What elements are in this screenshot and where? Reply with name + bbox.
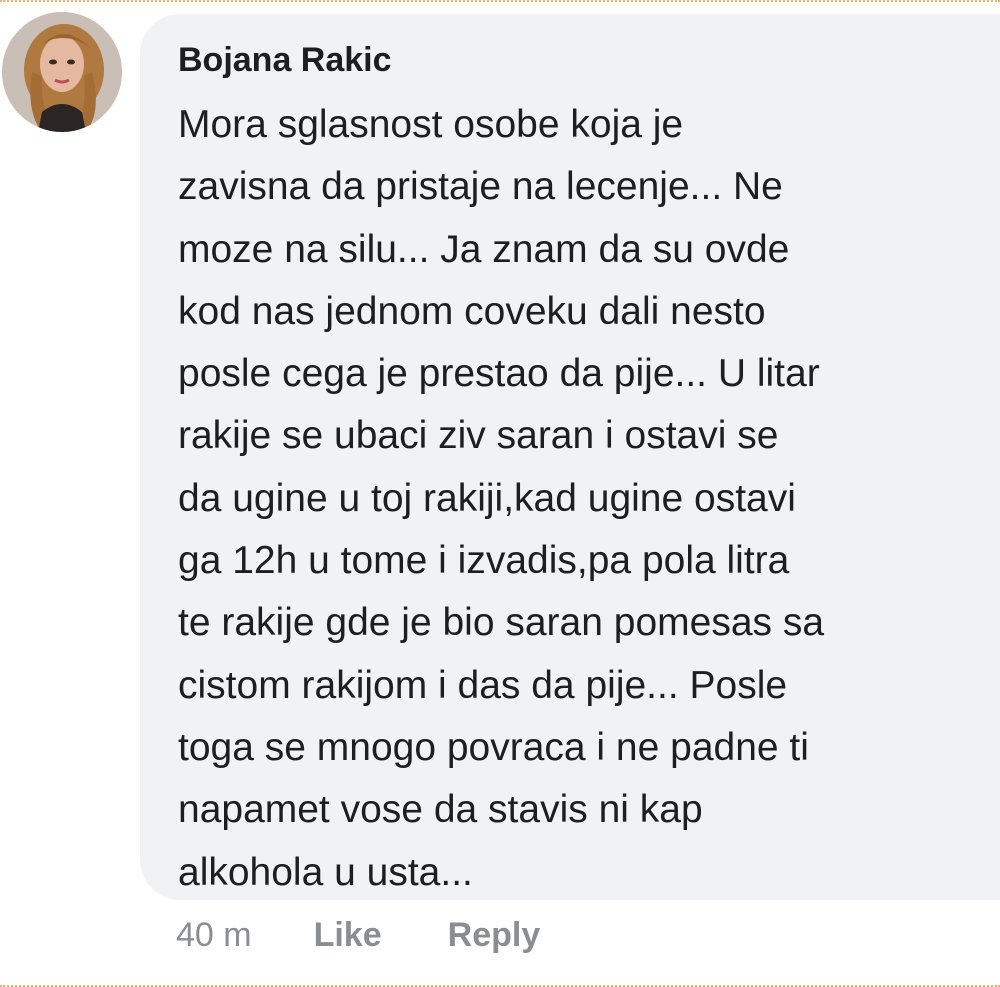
avatar[interactable] — [2, 12, 122, 132]
comment-text: Mora sglasnost osobe koja je zavisna da … — [178, 94, 1000, 904]
comment-line: kod nas jednom coveku dali nesto — [178, 289, 766, 333]
comment-line: ga 12h u tome i izvadis,pa pola litra — [178, 539, 790, 583]
comment-line: da ugine u toj rakiji,kad ugine ostavi — [178, 476, 796, 520]
comment-line: alkohola u usta... — [178, 850, 473, 894]
comment-line: toga se mnogo povraca i ne padne ti — [178, 725, 809, 769]
comment-line: Mora sglasnost osobe koja je — [178, 103, 684, 146]
comment-frame: Bojana Rakic Mora sglasnost osobe koja j… — [0, 0, 1000, 987]
comment-author[interactable]: Bojana Rakic — [178, 40, 1000, 80]
reply-button[interactable]: Reply — [448, 916, 541, 955]
comment-line: napamet vose da stavis ni kap — [178, 788, 703, 832]
comment-line: te rakije gde je bio saran pomesas sa — [178, 601, 825, 645]
avatar-photo-icon — [2, 12, 122, 132]
comment-line: rakije se ubaci ziv saran i ostavi se — [178, 414, 779, 458]
comment-timestamp[interactable]: 40 m — [176, 916, 252, 955]
comment-line: moze na silu... Ja znam da su ovde — [178, 227, 790, 271]
comment-actions: 40 m Like Reply — [176, 910, 540, 960]
comment-line: posle cega je prestao da pije... U litar — [178, 352, 820, 396]
comment-line: zavisna da pristaje na lecenje... Ne — [178, 165, 783, 209]
comment-line: cistom rakijom i das da pije... Posle — [178, 663, 788, 707]
like-button[interactable]: Like — [314, 916, 382, 955]
comment-bubble: Bojana Rakic Mora sglasnost osobe koja j… — [140, 14, 1000, 900]
